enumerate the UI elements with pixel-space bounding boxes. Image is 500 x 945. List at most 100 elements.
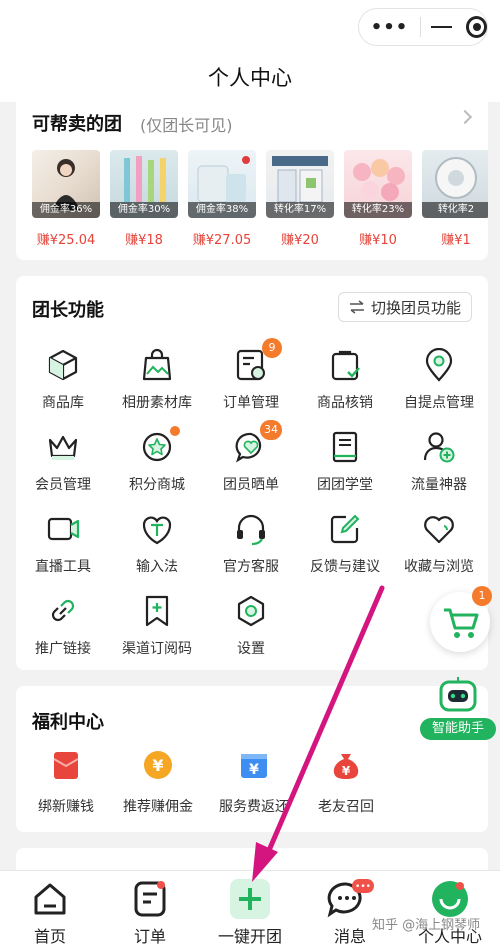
order-count-badge: 9 <box>262 338 282 358</box>
function-label: 推广链接 <box>35 641 91 657</box>
close-target-icon[interactable] <box>465 16 487 38</box>
sellable-groups-card: 可帮卖的团 (仅团长可见) 佣金率36% 赚¥25.04 佣金率30% 赚¥18… <box>16 100 488 260</box>
function-label: 自提点管理 <box>404 395 474 411</box>
video-camera-icon <box>46 512 80 546</box>
money-bag-icon: ¥ <box>331 750 361 780</box>
edit-icon <box>328 512 362 546</box>
welfare-label: 老友召回 <box>318 799 374 815</box>
bag-check-icon <box>328 348 362 382</box>
welfare-label: 推荐赚佣金 <box>123 799 193 815</box>
rate-label: 转化率2 <box>422 202 488 218</box>
section-title-sellable: 可帮卖的团 <box>32 114 122 135</box>
album-bag-icon <box>140 348 174 382</box>
product-card[interactable]: 转化率2 赚¥1 <box>422 150 488 248</box>
product-card[interactable]: 佣金率38% 赚¥27.05 <box>188 150 256 248</box>
floating-cart-button[interactable]: 1 <box>430 586 492 652</box>
function-item-settings[interactable]: 设置 <box>204 594 298 658</box>
function-label: 渠道订阅码 <box>122 641 192 657</box>
function-item-pickup-points[interactable]: 自提点管理 <box>392 347 486 412</box>
tab-messages[interactable]: ••• 消息 <box>310 871 390 945</box>
function-label: 商品核销 <box>317 395 373 411</box>
welfare-item-bind-new[interactable]: 绑新赚钱 <box>16 750 116 816</box>
profile-icon <box>430 879 470 919</box>
function-item-points-mall[interactable]: 积分商城 <box>110 426 204 494</box>
mini-program-capsule: ••• <box>358 8 488 46</box>
top-bar: ••• 个人中心 <box>0 0 500 102</box>
function-label: 积分商城 <box>129 477 185 493</box>
function-label: 反馈与建议 <box>310 559 380 575</box>
function-item-academy[interactable]: 团团学堂 <box>298 430 392 494</box>
function-item-traffic-tool[interactable]: 流量神器 <box>392 430 486 494</box>
book-icon <box>328 430 362 464</box>
heart-icon <box>422 512 456 546</box>
red-envelope-icon <box>51 750 81 780</box>
link-icon <box>46 594 80 628</box>
order-list-icon <box>130 879 170 919</box>
tab-label: 订单 <box>133 927 166 945</box>
earn-amount: 赚¥25.04 <box>36 233 96 248</box>
message-badge: ••• <box>355 882 371 892</box>
star-badge-icon <box>140 426 180 464</box>
function-item-channel-code[interactable]: 渠道订阅码 <box>110 594 204 658</box>
function-label: 订单管理 <box>223 395 279 411</box>
rate-label: 佣金率36% <box>32 202 100 218</box>
function-item-favorites-history[interactable]: 收藏与浏览 <box>392 512 486 576</box>
chevron-right-icon[interactable] <box>457 109 473 125</box>
function-item-album-library[interactable]: 相册素材库 <box>110 348 204 412</box>
welfare-item-recommend[interactable]: ¥ 推荐赚佣金 <box>108 750 208 816</box>
welfare-item-fee-refund[interactable]: ¥ 服务费返还 <box>204 750 304 816</box>
plus-icon <box>230 879 270 919</box>
product-card[interactable]: 佣金率30% 赚¥18 <box>110 150 178 248</box>
rate-label: 转化率23% <box>344 202 412 218</box>
function-label: 相册素材库 <box>122 395 192 411</box>
tab-quick-group[interactable]: 一键开团 <box>210 871 290 945</box>
section-title-welfare: 福利中心 <box>32 712 104 733</box>
smart-assistant-button[interactable]: 智能助手 <box>418 676 498 742</box>
minimize-icon[interactable] <box>430 26 452 28</box>
cart-count-badge: 1 <box>472 586 492 606</box>
function-label: 商品库 <box>42 395 84 411</box>
product-thumbnail: 转化率2 <box>422 150 488 218</box>
function-item-input-method[interactable]: 输入法 <box>110 512 204 576</box>
order-doc-icon: 9 <box>234 338 282 382</box>
earn-amount: 赚¥10 <box>359 233 397 248</box>
function-item-product-library[interactable]: 商品库 <box>16 348 110 412</box>
product-carousel[interactable]: 佣金率36% 赚¥25.04 佣金率30% 赚¥18 佣金率38% 赚¥27.0… <box>32 150 488 250</box>
switch-member-functions-label: 切换团员功能 <box>370 298 461 317</box>
page-title: 个人中心 <box>208 66 292 90</box>
yuan-ticket-icon: ¥ <box>239 750 269 780</box>
earn-amount: 赚¥18 <box>125 233 163 248</box>
tab-home[interactable]: 首页 <box>10 871 90 945</box>
product-card[interactable]: 转化率17% 赚¥20 <box>266 150 334 248</box>
function-label: 直播工具 <box>35 559 91 575</box>
smart-assistant-label: 智能助手 <box>420 718 496 740</box>
more-options-button[interactable]: ••• <box>359 17 420 38</box>
tab-orders[interactable]: 订单 <box>110 871 190 945</box>
user-add-icon <box>422 430 456 464</box>
product-card[interactable]: 佣金率36% 赚¥25.04 <box>32 150 100 248</box>
tab-profile[interactable]: 个人中心 <box>410 871 490 945</box>
svg-text:¥: ¥ <box>152 756 163 775</box>
function-item-member-showcase[interactable]: 34 团员晒单 <box>204 420 298 494</box>
function-label: 团团学堂 <box>317 477 373 493</box>
tab-label: 首页 <box>33 927 66 945</box>
bottom-tab-bar: 首页 订单 一键开团 ••• 消息 个人中心 <box>0 870 500 945</box>
function-item-live-tools[interactable]: 直播工具 <box>16 512 110 576</box>
function-label: 收藏与浏览 <box>404 559 474 575</box>
welfare-item-recall[interactable]: ¥ 老友召回 <box>296 750 396 816</box>
function-item-product-verify[interactable]: 商品核销 <box>298 348 392 412</box>
function-item-feedback[interactable]: 反馈与建议 <box>298 512 392 576</box>
product-thumbnail: 转化率23% <box>344 150 412 218</box>
home-icon <box>30 879 70 919</box>
location-pin-icon <box>422 347 456 382</box>
function-label: 会员管理 <box>35 477 91 493</box>
function-item-member-management[interactable]: 会员管理 <box>16 430 110 494</box>
switch-member-functions-button[interactable]: 切换团员功能 <box>337 292 472 322</box>
function-item-promo-link[interactable]: 推广链接 <box>16 594 110 658</box>
crown-icon <box>46 430 80 464</box>
text-input-icon <box>140 512 174 546</box>
function-item-customer-service[interactable]: 官方客服 <box>204 512 298 576</box>
function-item-order-management[interactable]: 9 订单管理 <box>204 338 298 412</box>
function-label: 流量神器 <box>411 477 467 493</box>
product-card[interactable]: 转化率23% 赚¥10 <box>344 150 412 248</box>
